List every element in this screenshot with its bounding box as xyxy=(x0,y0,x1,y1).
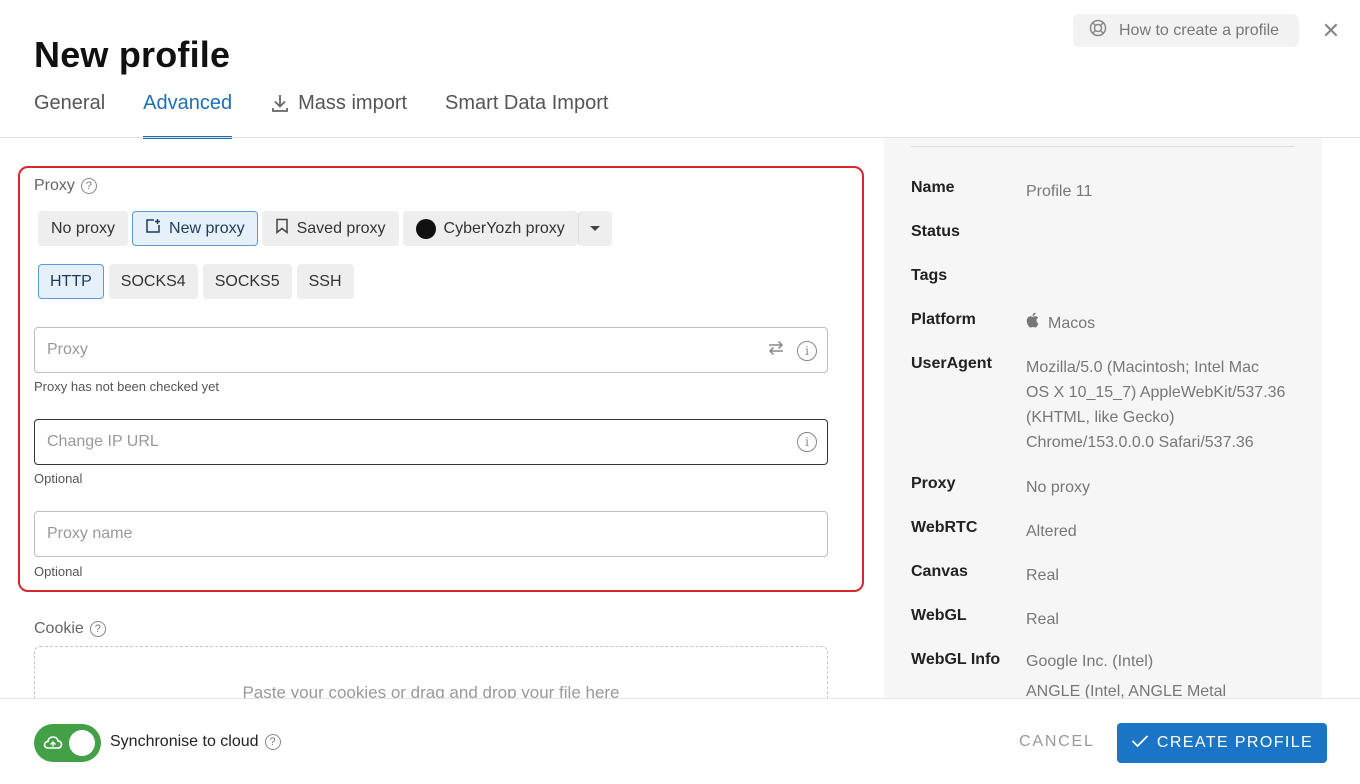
tab-mass-import[interactable]: Mass import xyxy=(270,92,407,138)
proxy-helper-text: Proxy has not been checked yet xyxy=(34,379,220,394)
proxy-section-label: Proxy ? xyxy=(34,177,97,195)
lifebuoy-icon xyxy=(1089,19,1107,42)
panel-divider xyxy=(911,146,1294,147)
cloud-sync-icon xyxy=(43,734,63,752)
help-icon[interactable]: ? xyxy=(264,734,281,750)
sync-toggle[interactable] xyxy=(34,724,101,762)
cancel-button[interactable]: CANCEL xyxy=(1019,733,1095,751)
close-icon[interactable]: ✕ xyxy=(1320,20,1342,42)
tab-advanced[interactable]: Advanced xyxy=(143,92,232,139)
tab-general[interactable]: General xyxy=(34,92,105,138)
how-to-create-profile-button[interactable]: How to create a profile xyxy=(1073,14,1299,47)
no-proxy-button[interactable]: No proxy xyxy=(38,211,129,246)
new-proxy-button[interactable]: New proxy xyxy=(132,211,258,246)
proxy-type-selector: HTTP SOCKS4 SOCKS5 SSH xyxy=(38,264,354,299)
change-ip-helper-text: Optional xyxy=(34,471,83,486)
help-label: How to create a profile xyxy=(1119,21,1280,39)
swap-icon[interactable] xyxy=(767,340,785,361)
tab-smart-data-import[interactable]: Smart Data Import xyxy=(445,92,608,138)
proxy-name-helper-text: Optional xyxy=(34,564,83,579)
type-socks5-button[interactable]: SOCKS5 xyxy=(202,264,292,299)
download-icon xyxy=(270,92,290,120)
apple-icon xyxy=(1026,311,1040,336)
cyberyozh-proxy-button[interactable]: CyberYozh proxy xyxy=(402,211,578,246)
page-title: New profile xyxy=(34,34,231,75)
bookmark-icon xyxy=(275,218,289,239)
help-icon[interactable]: ? xyxy=(80,178,97,194)
cookie-section-label: Cookie ? xyxy=(34,620,106,638)
toggle-knob xyxy=(69,730,95,756)
check-icon xyxy=(1131,734,1149,753)
create-profile-button[interactable]: CREATE PROFILE xyxy=(1117,723,1327,763)
type-http-button[interactable]: HTTP xyxy=(38,264,104,299)
proxy-input[interactable]: Proxy i xyxy=(34,327,828,373)
cyberyozh-logo-icon xyxy=(415,218,436,239)
saved-proxy-button[interactable]: Saved proxy xyxy=(261,211,399,246)
help-icon[interactable]: ? xyxy=(89,621,106,637)
type-ssh-button[interactable]: SSH xyxy=(296,264,354,299)
add-box-icon xyxy=(145,218,161,239)
sync-label: Synchronise to cloud ? xyxy=(110,733,281,751)
caret-down-icon xyxy=(589,220,601,238)
proxy-name-input[interactable]: Proxy name xyxy=(34,511,828,557)
proxy-provider-dropdown[interactable] xyxy=(577,211,612,246)
proxy-mode-selector: No proxy New proxy Saved proxy CyberYozh… xyxy=(38,211,612,246)
tab-bar: General Advanced Mass import Smart Data … xyxy=(34,92,646,139)
change-ip-url-input[interactable]: Change IP URL i xyxy=(34,419,828,465)
info-icon[interactable]: i xyxy=(797,432,817,452)
type-socks4-button[interactable]: SOCKS4 xyxy=(108,264,198,299)
info-icon[interactable]: i xyxy=(797,340,817,361)
